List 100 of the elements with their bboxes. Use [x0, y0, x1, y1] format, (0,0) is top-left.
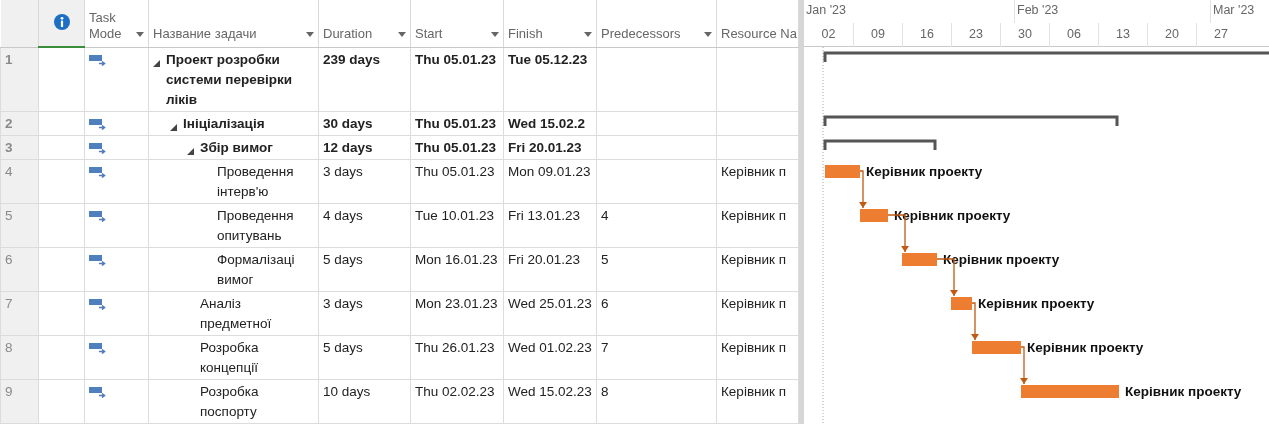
row-number[interactable]: 3 — [5, 139, 13, 155]
table-cell: Tue 05.12.23 — [508, 51, 588, 67]
column-header[interactable]: Finish — [508, 25, 543, 42]
dropdown-caret-icon[interactable] — [136, 31, 144, 37]
table-cell: Thu 05.01.23 — [415, 51, 497, 67]
task-mode-icon — [89, 341, 107, 354]
table-cell: Thu 02.02.23 — [415, 383, 495, 399]
week-label: 02 — [820, 26, 837, 43]
table-cell: 10 days — [323, 383, 371, 399]
collapse-triangle-icon[interactable] — [153, 59, 160, 67]
task-name: Збір вимог — [200, 138, 273, 157]
column-header[interactable]: Task Mode — [89, 9, 134, 42]
info-icon — [53, 13, 70, 30]
table-cell: 30 days — [323, 115, 373, 131]
table-cell: Tue 10.01.23 — [415, 207, 495, 223]
week-label: 06 — [1049, 23, 1098, 47]
dropdown-caret-icon[interactable] — [704, 31, 712, 37]
table-cell: 4 — [601, 207, 609, 223]
summary-bar[interactable] — [823, 51, 1269, 62]
table-cell: Fri 20.01.23 — [508, 251, 581, 267]
month-label: Jan '23 — [805, 3, 846, 17]
row-number[interactable]: 7 — [5, 295, 13, 311]
table-cell: Wed 15.02.2 — [508, 115, 586, 131]
table-cell: Thu 05.01.23 — [415, 115, 497, 131]
row-number[interactable]: 2 — [5, 115, 13, 131]
column-header[interactable]: Название задачи — [153, 25, 257, 42]
table-cell: Керівник п — [721, 339, 786, 355]
task-mode-icon — [89, 253, 107, 266]
table-cell: 3 days — [323, 163, 363, 179]
dropdown-caret-icon[interactable] — [491, 31, 499, 37]
row-number[interactable]: 6 — [5, 251, 13, 267]
row-number[interactable]: 9 — [5, 383, 13, 399]
task-name: Проведення опитувань — [217, 206, 295, 245]
task-name: Розробка поспорту — [200, 382, 260, 421]
task-mode-icon — [89, 209, 107, 222]
table-cell: 5 — [601, 251, 609, 267]
table-cell: Mon 16.01.23 — [415, 251, 498, 267]
table-cell: 5 days — [323, 251, 363, 267]
table-cell: Fri 20.01.23 — [508, 139, 582, 155]
row-number[interactable]: 5 — [5, 207, 13, 223]
table-cell: 3 days — [323, 295, 363, 311]
task-mode-icon — [89, 165, 107, 178]
table-cell: Mon 23.01.23 — [415, 295, 498, 311]
column-header[interactable]: Resource Na — [721, 25, 797, 42]
table-cell: Wed 25.01.23 — [508, 295, 592, 311]
dependency-arrow — [1020, 346, 1028, 385]
summary-bar[interactable] — [823, 115, 1119, 126]
table-cell: Керівник п — [721, 383, 786, 399]
bar-label: Керівник проекту — [866, 164, 983, 179]
task-mode-icon — [89, 141, 107, 154]
column-header[interactable]: Start — [415, 25, 443, 42]
dependency-arrow — [859, 170, 867, 209]
task-name: Проведення інтерв'ю — [217, 162, 295, 201]
week-label: 30 — [1000, 23, 1049, 47]
collapse-triangle-icon[interactable] — [187, 147, 194, 155]
task-name: Проект розробки системи перевірки ліків — [166, 50, 294, 109]
task-mode-icon — [89, 297, 107, 310]
table-cell: 7 — [601, 339, 609, 355]
dropdown-caret-icon[interactable] — [584, 31, 592, 37]
week-label: 09 — [853, 23, 902, 47]
bar-label: Керівник проекту — [943, 252, 1060, 267]
table-cell: Thu 05.01.23 — [415, 163, 495, 179]
bar-label: Керівник проекту — [1027, 340, 1144, 355]
column-header[interactable]: Predecessors — [601, 25, 681, 42]
bar-label: Керівник проекту — [894, 208, 1011, 223]
table-cell: Керівник п — [721, 251, 786, 267]
week-label: 16 — [902, 23, 951, 47]
task-name: Аналіз предметної — [200, 294, 273, 333]
month-label: Feb '23 — [1016, 3, 1059, 17]
table-cell: Керівник п — [721, 163, 786, 179]
collapse-triangle-icon[interactable] — [170, 123, 177, 131]
table-cell: Wed 15.02.23 — [508, 383, 592, 399]
dropdown-caret-icon[interactable] — [398, 31, 406, 37]
table-cell: Mon 09.01.23 — [508, 163, 591, 179]
table-cell: 5 days — [323, 339, 363, 355]
table-cell: 8 — [601, 383, 609, 399]
bar-label: Керівник проекту — [1125, 384, 1242, 399]
dependency-arrow — [971, 302, 979, 341]
week-label: 23 — [951, 23, 1000, 47]
table-cell: Wed 01.02.23 — [508, 339, 592, 355]
table-cell: Керівник п — [721, 207, 786, 223]
table-cell: Thu 05.01.23 — [415, 139, 497, 155]
table-cell: 12 days — [323, 139, 373, 155]
row-number[interactable]: 4 — [5, 163, 13, 179]
month-label: Mar '23 — [1212, 3, 1255, 17]
task-mode-icon — [89, 53, 107, 66]
task-name: Розробка концепції — [200, 338, 260, 377]
dropdown-caret-icon[interactable] — [306, 31, 314, 37]
task-name: Формалізаці вимог — [217, 250, 296, 289]
week-label: 27 — [1196, 23, 1245, 47]
task-mode-icon — [89, 385, 107, 398]
table-cell: Керівник п — [721, 295, 786, 311]
task-name: Ініціалізація — [183, 114, 265, 133]
week-label: 13 — [1098, 23, 1147, 47]
row-number[interactable]: 8 — [5, 339, 13, 355]
table-cell: Thu 26.01.23 — [415, 339, 495, 355]
column-header[interactable]: Duration — [323, 25, 373, 42]
row-number[interactable]: 1 — [5, 51, 13, 67]
table-cell: 6 — [601, 295, 609, 311]
summary-bar[interactable] — [823, 139, 937, 150]
